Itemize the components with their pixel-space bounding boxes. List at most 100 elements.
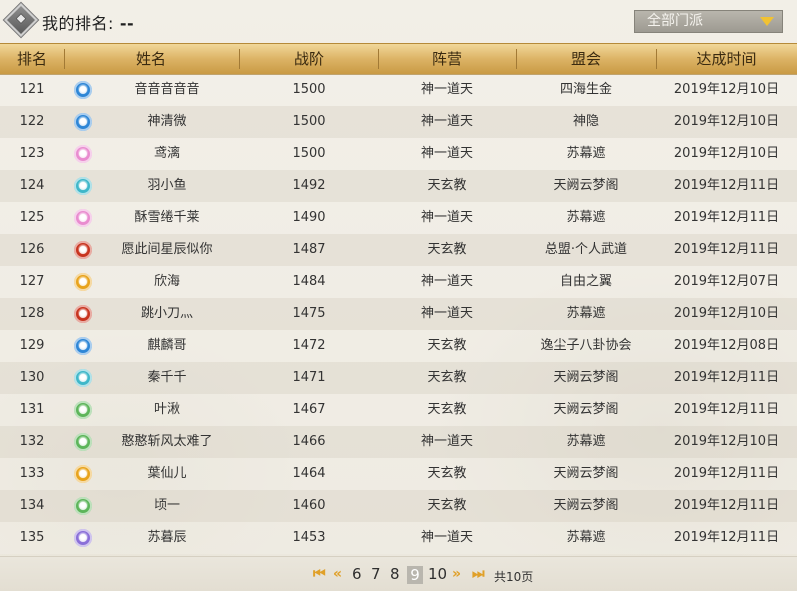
guild-cell: 天阙云梦阁 [553, 370, 619, 385]
power-cell: 1490 [292, 210, 326, 225]
camp-cell: 神一道天 [420, 434, 473, 449]
camp-cell: 天玄教 [427, 402, 467, 417]
date-cell: 2019年12月10日 [673, 306, 780, 321]
power-cell: 1472 [292, 338, 326, 353]
column-header-power[interactable]: 战阶 [240, 44, 378, 74]
page-6[interactable]: 6 [352, 565, 362, 583]
power-cell: 1466 [292, 434, 326, 449]
guild-cell: 苏幕遮 [566, 434, 606, 449]
sect-filter-dropdown[interactable]: 全部门派 [634, 10, 783, 33]
table-row[interactable]: 127 欣海 1484 神一道天 自由之翼 2019年12月07日 [0, 266, 797, 298]
date-cell: 2019年12月11日 [673, 466, 780, 481]
sect-icon-cell [70, 426, 96, 458]
power-cell: 1500 [292, 114, 326, 129]
first-page-icon[interactable]: ⏮ [313, 566, 326, 582]
table-row[interactable]: 135 苏暮辰 1453 神一道天 苏幕遮 2019年12月11日 [0, 522, 797, 554]
table-header: 排名 姓名 战阶 阵营 盟会 达成时间 [0, 43, 797, 75]
guild-cell: 天阙云梦阁 [553, 402, 619, 417]
camp-cell: 神一道天 [420, 210, 473, 225]
table-row[interactable]: 134 顷一 1460 天玄教 天阙云梦阁 2019年12月11日 [0, 490, 797, 522]
page-9-current[interactable]: 9 [407, 566, 423, 584]
date-cell: 2019年12月11日 [673, 210, 780, 225]
date-cell: 2019年12月10日 [673, 434, 780, 449]
page-8[interactable]: 8 [390, 565, 400, 583]
camp-cell: 神一道天 [420, 114, 473, 129]
sect-icon-cell [70, 74, 96, 106]
table-row[interactable]: 130 秦千千 1471 天玄教 天阙云梦阁 2019年12月11日 [0, 362, 797, 394]
power-cell: 1460 [292, 498, 326, 513]
my-rank-value: -- [119, 14, 135, 33]
name-cell: 跳小刀灬 [140, 306, 193, 321]
power-cell: 1500 [292, 82, 326, 97]
guild-cell: 总盟·个人武道 [544, 242, 628, 257]
date-cell: 2019年12月11日 [673, 242, 780, 257]
name-cell: 音音音音音 [134, 82, 200, 97]
camp-cell: 天玄教 [427, 178, 467, 193]
sect-icon [74, 433, 92, 451]
camp-cell: 天玄教 [427, 242, 467, 257]
sect-icon [74, 529, 92, 547]
sect-filter-value: 全部门派 [647, 13, 703, 29]
table-row[interactable]: 131 叶湫 1467 天玄教 天阙云梦阁 2019年12月11日 [0, 394, 797, 426]
name-cell: 苏暮辰 [147, 530, 187, 545]
sect-icon-cell [70, 138, 96, 170]
camp-cell: 天玄教 [427, 466, 467, 481]
page-7[interactable]: 7 [371, 565, 381, 583]
sect-icon [74, 177, 92, 195]
rank-cell: 125 [19, 210, 45, 225]
table-row[interactable]: 121 音音音音音 1500 神一道天 四海生金 2019年12月10日 [0, 74, 797, 106]
table-row[interactable]: 133 葉仙儿 1464 天玄教 天阙云梦阁 2019年12月11日 [0, 458, 797, 490]
date-cell: 2019年12月10日 [673, 114, 780, 129]
rank-cell: 135 [19, 530, 45, 545]
page-10[interactable]: 10 [428, 565, 447, 583]
rank-cell: 133 [19, 466, 45, 481]
column-header-date[interactable]: 达成时间 [656, 44, 797, 74]
last-page-icon[interactable]: ⏭ [472, 566, 485, 582]
rank-cell: 134 [19, 498, 45, 513]
my-rank-label: 我的排名: [42, 14, 114, 33]
pagination: ⏮ « 6 7 8 9 10 » ⏭ 共10页 [0, 556, 797, 591]
table-row[interactable]: 123 鸢漓 1500 神一道天 苏幕遮 2019年12月10日 [0, 138, 797, 170]
sect-icon-cell [70, 362, 96, 394]
date-cell: 2019年12月11日 [673, 530, 780, 545]
sect-icon [74, 209, 92, 227]
table-row[interactable]: 129 麒麟哥 1472 天玄教 逸尘子八卦协会 2019年12月08日 [0, 330, 797, 362]
date-cell: 2019年12月10日 [673, 82, 780, 97]
name-cell: 神清微 [147, 114, 187, 129]
sect-icon-cell [70, 394, 96, 426]
table-row[interactable]: 125 酥雪绻千莱 1490 神一道天 苏幕遮 2019年12月11日 [0, 202, 797, 234]
power-cell: 1467 [292, 402, 326, 417]
name-cell: 麒麟哥 [147, 338, 187, 353]
sect-icon [74, 369, 92, 387]
rank-cell: 129 [19, 338, 45, 353]
sect-icon [74, 145, 92, 163]
rank-cell: 130 [19, 370, 45, 385]
table-row[interactable]: 124 羽小鱼 1492 天玄教 天阙云梦阁 2019年12月11日 [0, 170, 797, 202]
table-row[interactable]: 132 憨憨斩风太难了 1466 神一道天 苏幕遮 2019年12月10日 [0, 426, 797, 458]
date-cell: 2019年12月11日 [673, 178, 780, 193]
column-header-camp[interactable]: 阵营 [378, 44, 516, 74]
prev-page-icon[interactable]: « [333, 566, 342, 582]
guild-cell: 神隐 [572, 114, 599, 129]
name-cell: 叶湫 [153, 402, 180, 417]
date-cell: 2019年12月11日 [673, 402, 780, 417]
camp-cell: 神一道天 [420, 530, 473, 545]
rank-cell: 131 [19, 402, 45, 417]
sect-icon [74, 273, 92, 291]
sect-icon-cell [70, 298, 96, 330]
guild-cell: 苏幕遮 [566, 306, 606, 321]
power-cell: 1453 [292, 530, 326, 545]
column-header-guild[interactable]: 盟会 [516, 44, 656, 74]
rank-cell: 122 [19, 114, 45, 129]
column-header-rank[interactable]: 排名 [0, 44, 64, 74]
next-page-icon[interactable]: » [452, 566, 461, 582]
my-rank: 我的排名: -- [42, 10, 134, 34]
sect-icon-cell [70, 170, 96, 202]
guild-cell: 苏幕遮 [566, 210, 606, 225]
table-row[interactable]: 122 神清微 1500 神一道天 神隐 2019年12月10日 [0, 106, 797, 138]
column-header-name[interactable]: 姓名 [64, 44, 238, 74]
table-row[interactable]: 126 愿此间星辰似你 1487 天玄教 总盟·个人武道 2019年12月11日 [0, 234, 797, 266]
table-row[interactable]: 128 跳小刀灬 1475 神一道天 苏幕遮 2019年12月10日 [0, 298, 797, 330]
page-total: 共10页 [494, 570, 534, 584]
date-cell: 2019年12月11日 [673, 370, 780, 385]
